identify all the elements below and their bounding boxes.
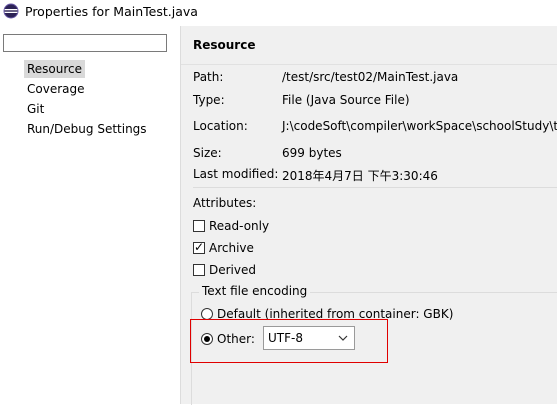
nav-item-run-debug-settings[interactable]: Run/Debug Settings	[24, 120, 150, 138]
nav-item-label: Coverage	[27, 82, 85, 96]
page-title: Resource	[193, 38, 256, 52]
checkbox-label: Archive	[209, 241, 254, 255]
location-label: Location:	[193, 119, 248, 133]
encoding-group-title: Text file encoding	[199, 284, 311, 298]
window-title: Properties for MainTest.java	[25, 4, 198, 19]
size-value: 699 bytes	[282, 146, 342, 160]
checkbox-box[interactable]	[193, 264, 205, 276]
attributes-label: Attributes:	[193, 196, 257, 210]
resource-page: Resource Path: /test/src/test02/MainTest…	[181, 26, 557, 405]
nav-item-coverage[interactable]: Coverage	[24, 80, 88, 98]
left-pane: Resource Coverage Git Run/Debug Settings	[0, 26, 180, 404]
path-label: Path:	[193, 70, 224, 84]
separator	[193, 187, 557, 188]
nav-item-label: Run/Debug Settings	[27, 122, 147, 136]
checkbox-label: Read-only	[209, 219, 270, 233]
type-value: File (Java Source File)	[282, 93, 410, 107]
type-label: Type:	[193, 93, 225, 107]
checkbox-label: Derived	[209, 263, 256, 277]
annotation-highlight-box	[190, 319, 388, 363]
path-value: /test/src/test02/MainTest.java	[282, 70, 459, 84]
checkbox-box[interactable]: ✓	[193, 240, 205, 254]
location-value: J:\codeSoft\compiler\workSpace\schoolStu…	[282, 119, 557, 133]
checkbox-box[interactable]	[193, 220, 205, 232]
nav-item-git[interactable]: Git	[24, 100, 47, 118]
nav-item-label: Git	[27, 102, 45, 116]
eclipse-icon	[3, 3, 19, 19]
nav-item-resource[interactable]: Resource	[24, 60, 86, 78]
title-bar: Properties for MainTest.java	[0, 0, 557, 26]
size-label: Size:	[193, 146, 222, 160]
check-icon: ✓	[194, 240, 205, 254]
last-modified-label: Last modified:	[193, 167, 279, 181]
filter-input[interactable]	[3, 34, 167, 52]
nav-item-label: Resource	[27, 62, 83, 76]
last-modified-value: 2018年4月7日 下午3:30:46	[282, 169, 438, 183]
page-header: Resource	[181, 26, 557, 65]
